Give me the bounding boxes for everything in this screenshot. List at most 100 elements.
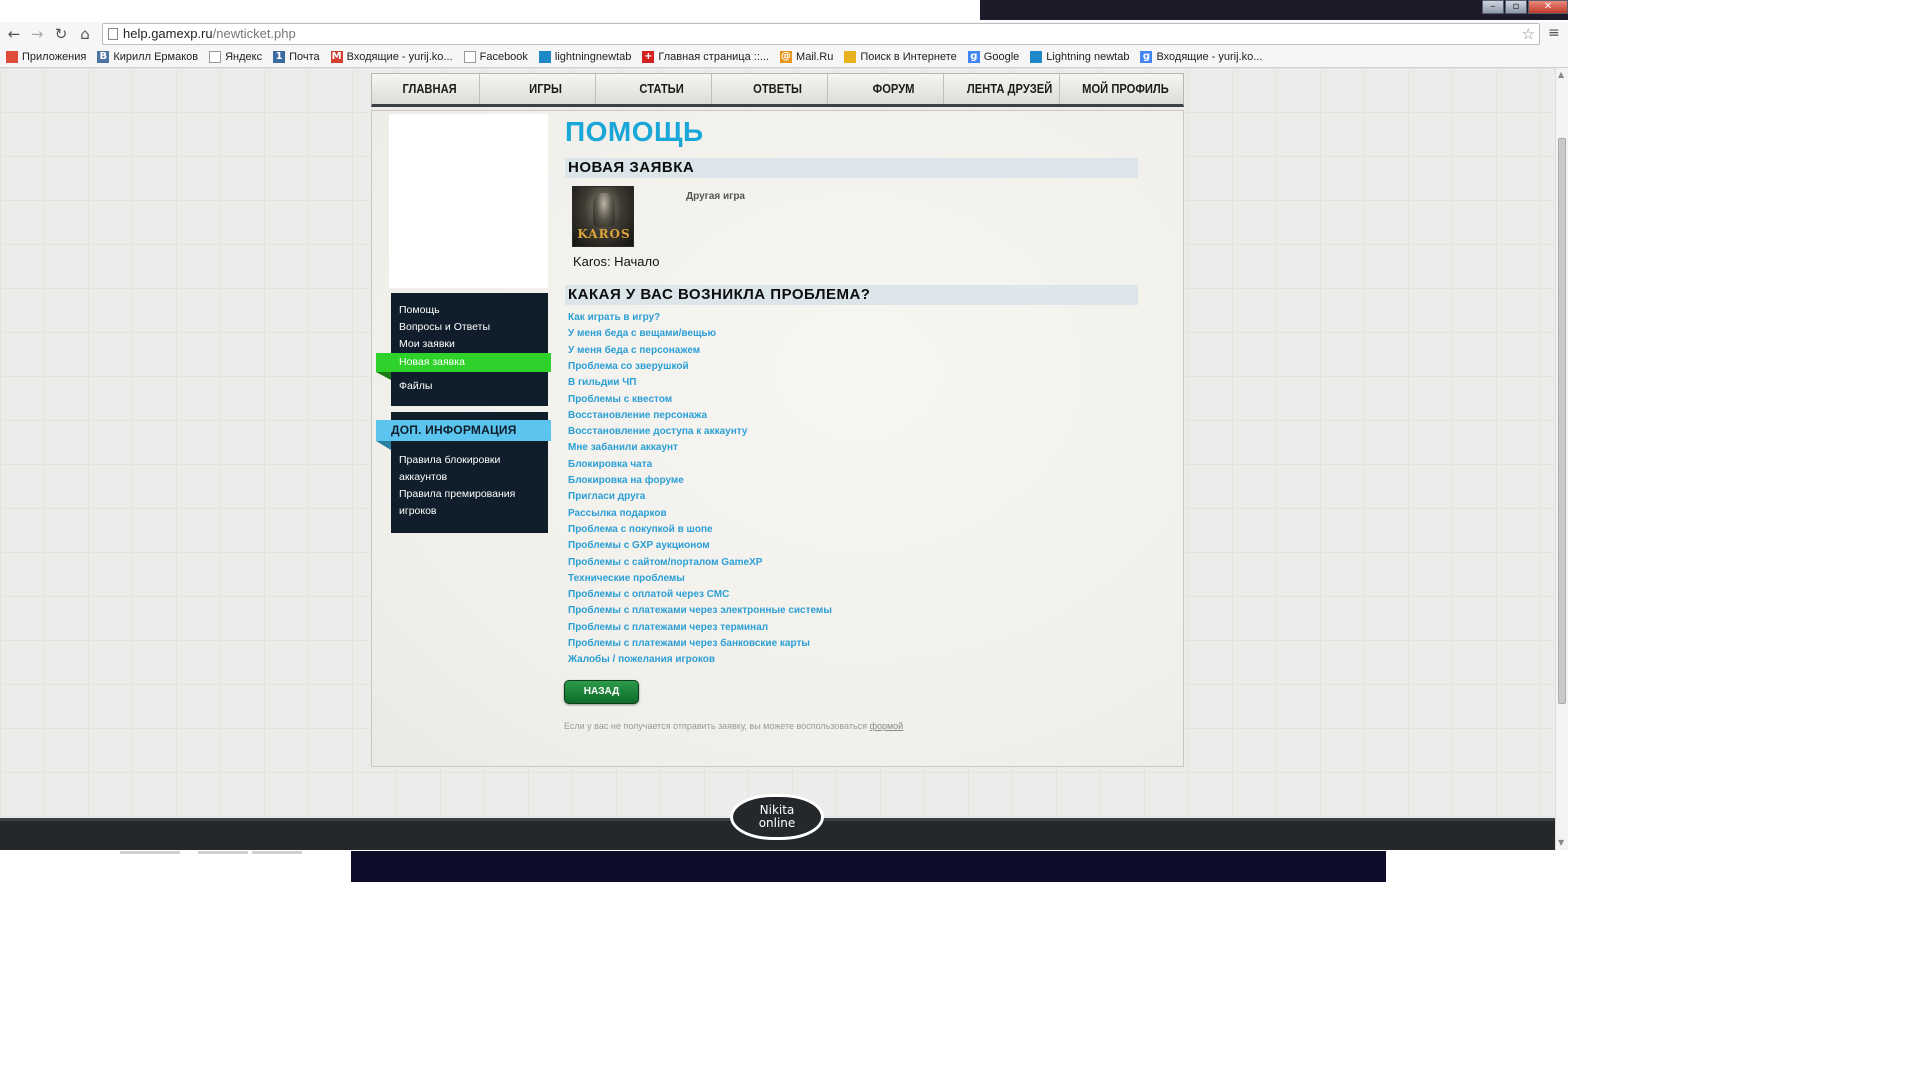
taskbar-dark-band	[351, 851, 1386, 882]
nav-item[interactable]: ОТВЕТЫ	[728, 74, 828, 104]
url-path: /newticket.php	[212, 26, 296, 41]
problem-link[interactable]: Восстановление персонажа	[568, 410, 707, 421]
scroll-up-icon[interactable]: ▲	[1558, 70, 1564, 79]
vk-icon: В	[97, 51, 110, 63]
scrollbar-thumb[interactable]	[1558, 138, 1566, 704]
info-link-reward-rules[interactable]: Правила премирования игроков	[399, 486, 544, 520]
back-arrow-icon[interactable]: ←	[5, 25, 23, 43]
new-ticket-section: НОВАЯ ЗАЯВКА	[565, 158, 1138, 178]
problem-link[interactable]: Пригласи друга	[568, 491, 645, 502]
bookmark-item[interactable]: Яндекс	[209, 51, 262, 63]
section-title: НОВАЯ ЗАЯВКА	[568, 159, 695, 176]
info-link-block-rules[interactable]: Правила блокировки аккаунтов	[399, 452, 544, 486]
problem-link[interactable]: Проблема с покупкой в шопе	[568, 524, 713, 535]
scroll-down-icon[interactable]: ▼	[1558, 838, 1564, 847]
nav-item[interactable]: ЛЕНТА ДРУЗЕЙ	[960, 74, 1060, 104]
bookmark-item[interactable]: + Главная страница ::...	[642, 51, 769, 63]
lightning-icon	[538, 51, 551, 63]
problem-link[interactable]: Мне забанили аккаунт	[568, 442, 678, 453]
problem-link[interactable]: В гильдии ЧП	[568, 377, 636, 388]
ad-placeholder	[389, 114, 548, 288]
problem-link[interactable]: У меня беда с вещами/вещью	[568, 328, 716, 339]
nav-item[interactable]: ИГРЫ	[496, 74, 596, 104]
footnote-text: Если у вас не получается отправить заявк…	[564, 721, 868, 731]
bookmark-label: Почта	[289, 51, 320, 63]
bookmark-label: Поиск в Интернете	[860, 51, 957, 63]
vertical-scrollbar[interactable]: ▲ ▼	[1555, 68, 1568, 850]
tab-indicator	[198, 851, 248, 854]
bookmark-label: Входящие - yurij.ko...	[346, 51, 453, 63]
game-name[interactable]: Karos: Начало	[573, 254, 659, 269]
problem-link[interactable]: Проблемы с платежами через терминал	[568, 622, 768, 633]
problem-link[interactable]: Восстановление доступа к аккаунту	[568, 426, 747, 437]
other-game-link[interactable]: Другая игра	[686, 191, 745, 202]
problem-link[interactable]: Проблемы с GXP аукционом	[568, 540, 710, 551]
problem-link[interactable]: Проблема со зверушкой	[568, 361, 689, 372]
sidebar-item[interactable]: Файлы	[399, 380, 432, 392]
problem-link[interactable]: Проблемы с платежами через банковские ка…	[568, 638, 810, 649]
hamburger-menu-icon[interactable]: ≡	[1548, 25, 1560, 41]
problem-section: КАКАЯ У ВАС ВОЗНИКЛА ПРОБЛЕМА?	[565, 285, 1138, 305]
nav-item[interactable]: ФОРУМ	[844, 74, 944, 104]
titlebar-background	[980, 0, 1568, 20]
nikita-online-logo[interactable]: Nikita online	[730, 794, 824, 840]
problem-link[interactable]: Жалобы / пожелания игроков	[568, 654, 715, 665]
bookmark-label: lightningnewtab	[554, 51, 632, 63]
problem-link[interactable]: Блокировка чата	[568, 459, 652, 470]
footnote: Если у вас не получается отправить заявк…	[564, 721, 903, 731]
problem-link[interactable]: Как играть в игру?	[568, 312, 660, 323]
sidebar-item[interactable]: Вопросы и Ответы	[399, 321, 490, 333]
nav-item[interactable]: МОЙ ПРОФИЛЬ	[1076, 74, 1175, 104]
bookmark-item[interactable]: g Google	[967, 51, 1020, 63]
bookmark-item[interactable]: @ Mail.Ru	[780, 51, 833, 63]
bookmark-label: Google	[983, 51, 1020, 63]
reload-icon[interactable]: ↻	[52, 25, 70, 43]
ribbon-fold	[376, 441, 391, 450]
bookmark-item[interactable]: g Входящие - yurij.ko...	[1140, 51, 1262, 63]
close-window-button[interactable]: ✕	[1528, 0, 1568, 14]
nav-item[interactable]: СТАТЬИ	[612, 74, 712, 104]
problem-link[interactable]: Рассылка подарков	[568, 508, 667, 519]
sidebar-item[interactable]: Помощь	[399, 304, 440, 316]
bookmark-label: Входящие - yurij.ko...	[1156, 51, 1263, 63]
page-title: ПОМОЩЬ	[565, 116, 704, 147]
nav-item[interactable]: ГЛАВНАЯ	[380, 74, 480, 104]
bookmark-item[interactable]: Поиск в Интернете	[844, 51, 957, 63]
bookmark-item[interactable]: Facebook	[463, 51, 528, 63]
address-bar[interactable]: help.gamexp.ru/newticket.php ☆	[102, 23, 1540, 45]
minimize-button[interactable]: –	[1482, 0, 1504, 14]
bookmark-item[interactable]: Lightning newtab	[1030, 51, 1129, 63]
bookmark-item[interactable]: В Кирилл Ермаков	[97, 51, 198, 63]
bookmark-label: Facebook	[479, 51, 528, 63]
home-icon[interactable]: ⌂	[76, 25, 94, 43]
game-thumbnail[interactable]: KAROS	[572, 186, 634, 247]
problem-link[interactable]: Технические проблемы	[568, 573, 685, 584]
bookmark-item[interactable]: 1 Почта	[273, 51, 320, 63]
forward-arrow-icon[interactable]: →	[28, 25, 46, 43]
bookmark-label: Приложения	[22, 51, 87, 63]
problem-link[interactable]: Проблемы с платежами через электронные с…	[568, 605, 832, 616]
sidebar-item[interactable]: Мои заявки	[399, 338, 455, 350]
footnote-form-link[interactable]: формой	[870, 721, 904, 731]
browser-window: – ▫ ✕ ← → ↻ ⌂ help.gamexp.ru/newticket.p…	[0, 0, 1568, 882]
back-button[interactable]: НАЗАД	[564, 680, 639, 704]
problem-link[interactable]: Проблемы с квестом	[568, 394, 672, 405]
problem-link[interactable]: Проблемы с сайтом/порталом GameXP	[568, 557, 762, 568]
taskbar-strip	[0, 851, 351, 882]
bookmark-item[interactable]: M Входящие - yurij.ko...	[330, 51, 453, 63]
bookmark-item[interactable]: lightningnewtab	[538, 51, 632, 63]
bookmark-item[interactable]: Приложения	[6, 51, 86, 63]
problem-link[interactable]: Проблемы с оплатой через СМС	[568, 589, 729, 600]
maximize-button[interactable]: ▫	[1505, 0, 1527, 14]
mailru-icon: @	[780, 51, 793, 63]
problem-link[interactable]: Блокировка на форуме	[568, 475, 684, 486]
problem-link[interactable]: У меня беда с персонажем	[568, 345, 700, 356]
bookmark-label: Mail.Ru	[796, 51, 834, 63]
info-title: ДОП. ИНФОРМАЦИЯ	[391, 423, 517, 437]
bookmarks-bar: Приложения В Кирилл Ермаков Яндекс 1 Почта M Вх…	[0, 47, 1568, 68]
bookmark-star-icon[interactable]: ☆	[1522, 24, 1535, 44]
sidebar-menu: Помощь Вопросы и Ответы Мои заявки Файлы	[391, 293, 548, 406]
window-titlebar: – ▫ ✕	[0, 0, 1568, 22]
sidebar-item-new-ticket[interactable]: Новая заявка	[376, 353, 551, 372]
main-navigation: ГЛАВНАЯ ИГРЫ СТАТЬИ ОТВЕТЫ ФОРУМ ЛЕНТА ДРУЗЕЙ…	[371, 73, 1184, 107]
